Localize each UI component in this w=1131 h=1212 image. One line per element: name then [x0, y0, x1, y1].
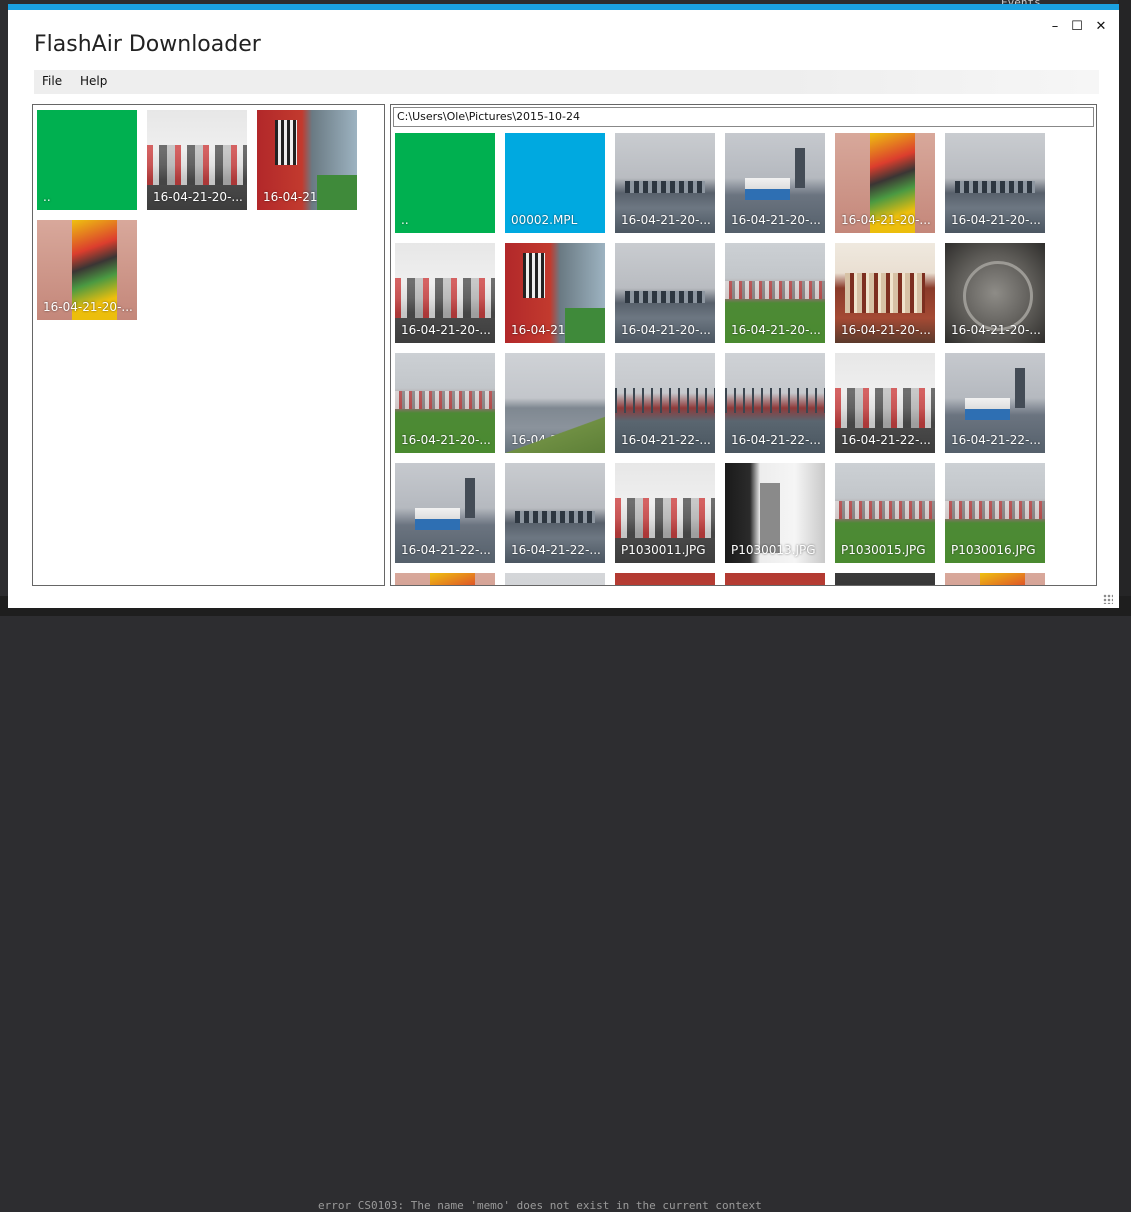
photo-tile[interactable]: 16-04-21-20-... [945, 243, 1045, 343]
video-file-tile[interactable]: 00002.MPL [505, 133, 605, 233]
photo-tile[interactable]: 16-04-21-22-... [395, 463, 495, 563]
tile-label: 16-04-21-22-... [511, 433, 601, 447]
photo-tile[interactable]: 16-04-21-22-... [945, 353, 1045, 453]
photo-tile[interactable]: 16-04-21-20-... [615, 243, 715, 343]
photo-tile[interactable]: 16-04-21-20-... [835, 133, 935, 233]
photo-tile[interactable]: 16-04-21-20-... [835, 243, 935, 343]
tile-label: 16-04-21-20-... [401, 433, 491, 447]
tile-label: P1030011.JPG [621, 543, 706, 557]
tile-label: 16-04-21-20-... [511, 323, 601, 337]
tile-label: 16-04-21-20-... [951, 213, 1041, 227]
tile-label: 16-04-21-20-... [153, 190, 243, 204]
photo-tile[interactable]: P1030016.JPG [945, 463, 1045, 563]
tile-label: 16-04-21-20-... [401, 323, 491, 337]
photo-tile[interactable]: 16-04-21-20-... [615, 133, 715, 233]
tile-label: 16-04-21-22-... [401, 543, 491, 557]
photo-tile[interactable]: P1030015.JPG [835, 463, 935, 563]
maximize-button[interactable]: ☐ [1066, 16, 1088, 36]
tile-label: 16-04-21-20-... [841, 323, 931, 337]
tile-label: 16-04-21-20-... [841, 213, 931, 227]
photo-tile[interactable] [615, 573, 715, 585]
photo-tile[interactable]: 16-04-21-20-... [505, 243, 605, 343]
photo-tile[interactable]: 16-04-21-20-... [37, 220, 137, 320]
tile-label: P1030016.JPG [951, 543, 1036, 557]
photo-tile[interactable]: 16-04-21-22-... [725, 353, 825, 453]
tile-label: 16-04-21-20-... [951, 323, 1041, 337]
photo-tile[interactable]: 16-04-21-22-... [615, 353, 715, 453]
background-side-panel [1118, 0, 1131, 616]
photo-tile[interactable] [945, 573, 1045, 585]
tile-label: .. [401, 213, 409, 227]
menu-file[interactable]: File [42, 74, 62, 88]
background-error-text: error CS0103: The name 'memo' does not e… [318, 1199, 762, 1212]
card-files-panel: .. 16-04-21-20-... 16-04-21-20-... 16-04-21… [32, 104, 385, 586]
photo-tile[interactable]: 16-04-21-20-... [257, 110, 357, 210]
photo-tile[interactable] [725, 573, 825, 585]
photo-tile[interactable] [395, 573, 495, 585]
photo-tile[interactable]: 16-04-21-22-... [835, 353, 935, 453]
tile-label: P1030013.JPG [731, 543, 816, 557]
tile-label: 16-04-21-20-... [731, 213, 821, 227]
tile-label: 16-04-21-22-... [511, 543, 601, 557]
photo-tile[interactable]: 16-04-21-20-... [395, 353, 495, 453]
menu-help[interactable]: Help [80, 74, 107, 88]
tile-label: 16-04-21-22-... [731, 433, 821, 447]
close-button[interactable]: ✕ [1090, 16, 1112, 36]
local-files-panel: C:\Users\Ole\Pictures\2015-10-24 .. 00002… [390, 104, 1097, 586]
tile-label: 00002.MPL [511, 213, 578, 227]
tile-label: 16-04-21-20-... [731, 323, 821, 337]
tile-label: .. [43, 190, 51, 204]
parent-folder-tile[interactable]: .. [395, 133, 495, 233]
tile-label: 16-04-21-20-... [621, 323, 711, 337]
photo-tile[interactable]: 16-04-21-20-... [147, 110, 247, 210]
photo-tile[interactable]: P1030011.JPG [615, 463, 715, 563]
photo-tile[interactable] [505, 573, 605, 585]
app-window: FlashAir Downloader – ☐ ✕ File Help .. 16… [8, 4, 1119, 608]
tile-label: 16-04-21-22-... [951, 433, 1041, 447]
tile-label: 16-04-21-20-... [621, 213, 711, 227]
photo-tile[interactable]: 16-04-21-20-... [395, 243, 495, 343]
app-title: FlashAir Downloader [34, 32, 261, 57]
tile-label: 16-04-21-22-... [841, 433, 931, 447]
photo-tile[interactable] [835, 573, 935, 585]
photo-tile[interactable]: 16-04-21-22-... [505, 463, 605, 563]
folder-path-field[interactable]: C:\Users\Ole\Pictures\2015-10-24 [393, 107, 1094, 127]
menu-bar: File Help [34, 70, 1099, 94]
photo-tile[interactable]: 16-04-21-20-... [945, 133, 1045, 233]
tile-label: P1030015.JPG [841, 543, 926, 557]
photo-tile[interactable]: 16-04-21-20-... [725, 133, 825, 233]
tile-label: 16-04-21-20-... [43, 300, 133, 314]
resize-grip-icon[interactable] [1103, 594, 1113, 604]
tile-label: 16-04-21-20-... [263, 190, 353, 204]
minimize-button[interactable]: – [1044, 16, 1066, 36]
photo-tile[interactable]: 16-04-21-22-... [505, 353, 605, 453]
parent-folder-tile[interactable]: .. [37, 110, 137, 210]
photo-tile[interactable]: P1030013.JPG [725, 463, 825, 563]
tile-label: 16-04-21-22-... [621, 433, 711, 447]
photo-tile[interactable]: 16-04-21-20-... [725, 243, 825, 343]
